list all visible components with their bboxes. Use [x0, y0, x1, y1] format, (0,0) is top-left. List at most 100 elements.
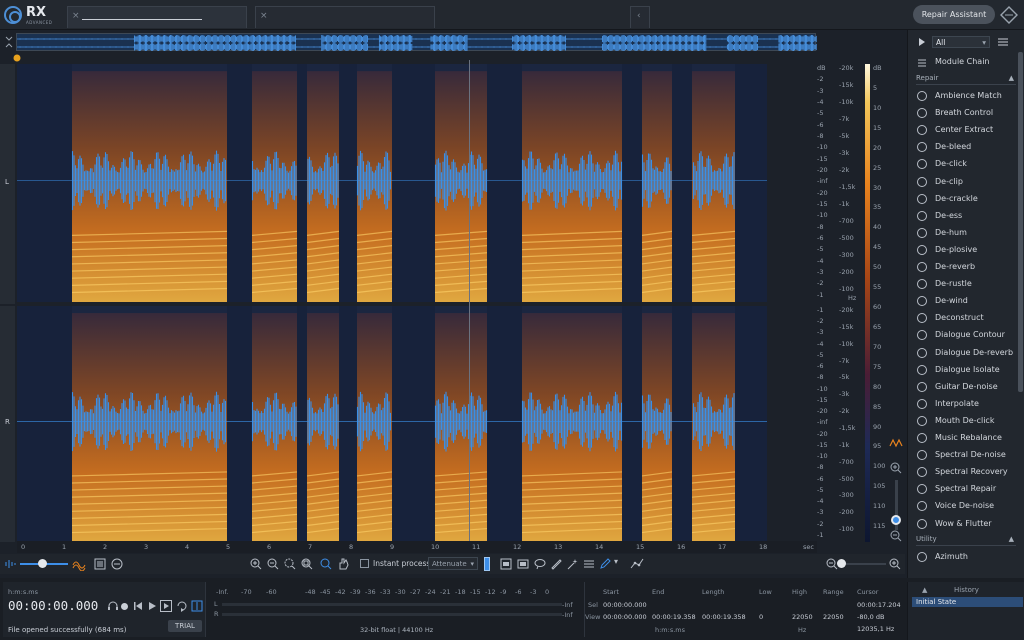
waveform-view-icon[interactable]: [4, 558, 16, 570]
module-item-guitar-de-noise[interactable]: Guitar De-noise: [908, 378, 1018, 395]
markers-icon[interactable]: [111, 558, 123, 570]
view-start-value[interactable]: 00:00:00.000: [603, 613, 647, 621]
zoom-tool-icon[interactable]: [320, 558, 332, 570]
spectrogram-left-channel[interactable]: [17, 64, 767, 302]
record-button[interactable]: [121, 603, 128, 610]
module-chain-item[interactable]: Module Chain: [908, 53, 1018, 70]
time-frequency-selection-icon[interactable]: [517, 558, 529, 570]
close-tab-icon[interactable]: ×: [260, 11, 268, 21]
module-item-ambience-match[interactable]: Ambience Match: [908, 87, 1018, 104]
play-selection-button[interactable]: [160, 600, 172, 612]
menu-icon[interactable]: [996, 36, 1010, 48]
module-item-spectral-repair[interactable]: Spectral Repair: [908, 480, 1018, 497]
module-item-de-clip[interactable]: De-clip: [908, 173, 1018, 190]
time-format-label[interactable]: h:m:s.ms: [8, 588, 38, 596]
monitor-icon[interactable]: [107, 601, 119, 611]
module-item-spectral-recovery[interactable]: Spectral Recovery: [908, 463, 1018, 480]
module-item-deconstruct[interactable]: Deconstruct: [908, 309, 1018, 326]
zoom-fit-icon[interactable]: [301, 558, 313, 570]
playhead-marker-icon[interactable]: [12, 54, 22, 64]
magic-wand-icon[interactable]: [566, 558, 578, 570]
view-end-value[interactable]: 00:00:19.358: [652, 613, 696, 621]
tool-options-chevron-icon[interactable]: ▾: [614, 557, 618, 566]
brush-tool-icon[interactable]: [550, 558, 562, 570]
module-item-de-wind[interactable]: De-wind: [908, 292, 1018, 309]
module-item-wow-flutter[interactable]: Wow & Flutter: [908, 515, 1018, 532]
module-list-scrollbar[interactable]: [1018, 52, 1023, 392]
horizontal-zoom-handle[interactable]: [837, 559, 846, 568]
zoom-out-icon[interactable]: [267, 558, 279, 570]
module-item-dialogue-de-reverb[interactable]: Dialogue De-reverb: [908, 344, 1018, 361]
module-item-de-click[interactable]: De-click: [908, 155, 1018, 172]
time-selection-tool-icon[interactable]: [484, 557, 490, 571]
spectrogram-right-channel[interactable]: [17, 306, 767, 542]
spectrogram-settings-icon[interactable]: [94, 558, 106, 570]
blend-slider-handle[interactable]: [38, 559, 47, 568]
collapse-overview-icon[interactable]: [4, 34, 14, 50]
module-item-de-hum[interactable]: De-hum: [908, 224, 1018, 241]
skip-back-button[interactable]: [133, 601, 143, 611]
pencil-tool-icon[interactable]: [599, 557, 612, 570]
spectrogram-editor[interactable]: L R dB -2 -3 -4 -5 -6 -8 -10 -15 -20 -inf -20 -15 -10…: [0, 54, 905, 544]
repair-section-header[interactable]: Repair ▲: [916, 72, 1016, 85]
play-module-icon[interactable]: [918, 38, 926, 46]
repair-assistant-button[interactable]: Repair Assistant: [913, 5, 995, 24]
channel-right-strip[interactable]: R: [0, 306, 15, 542]
frequency-selection-tool-icon[interactable]: [500, 558, 512, 570]
module-item-mouth-de-click[interactable]: Mouth De-click: [908, 412, 1018, 429]
history-item-selected[interactable]: Initial State: [912, 597, 1023, 607]
range-value[interactable]: 22050: [823, 613, 844, 621]
module-item-center-extract[interactable]: Center Extract: [908, 121, 1018, 138]
trial-badge[interactable]: TRIAL: [168, 620, 202, 632]
module-item-de-rustle[interactable]: De-rustle: [908, 275, 1018, 292]
file-tab-active[interactable]: ×: [67, 6, 247, 28]
module-item-interpolate[interactable]: Interpolate: [908, 395, 1018, 412]
module-filter-select[interactable]: All ▾: [932, 36, 990, 48]
harmonic-selection-icon[interactable]: [583, 558, 595, 570]
collapse-arrow-icon[interactable]: ▲: [1009, 72, 1014, 85]
channel-left-strip[interactable]: L: [0, 64, 15, 304]
lasso-tool-icon[interactable]: [534, 558, 546, 570]
spectrogram-view-icon[interactable]: [72, 557, 86, 572]
zoom-in-icon[interactable]: [250, 558, 262, 570]
zoom-in-vertical-icon[interactable]: [890, 462, 902, 474]
view-length-value[interactable]: 00:00:19.358: [702, 613, 746, 621]
vertical-zoom-handle[interactable]: [891, 515, 901, 525]
horizontal-zoom-slider[interactable]: [840, 563, 886, 565]
zoom-in-horizontal-icon[interactable]: [889, 558, 901, 570]
file-tab-2[interactable]: ×: [255, 6, 435, 28]
instant-process-checkbox[interactable]: [360, 559, 369, 568]
time-ruler[interactable]: 0 1 2 3 4 5 6 7 8 9 10 11 12 13 14 15 16 17 18 sec: [17, 541, 817, 553]
module-item-dialogue-isolate[interactable]: Dialogue Isolate: [908, 361, 1018, 378]
scrub-button[interactable]: [191, 600, 203, 612]
module-item-breath-control[interactable]: Breath Control: [908, 104, 1018, 121]
module-item-voice-de-noise[interactable]: Voice De-noise: [908, 497, 1018, 514]
loop-button[interactable]: [176, 600, 188, 612]
zoom-selection-icon[interactable]: [284, 558, 296, 570]
sel-start-value[interactable]: 00:00:00.000: [603, 601, 647, 609]
high-value[interactable]: 22050: [792, 613, 813, 621]
utility-section-header[interactable]: Utility ▲: [916, 533, 1016, 546]
gain-envelope-icon[interactable]: [630, 557, 644, 571]
close-tab-icon[interactable]: ×: [72, 11, 80, 21]
module-item-azimuth[interactable]: Azimuth: [908, 548, 1018, 565]
module-item-de-reverb[interactable]: De-reverb: [908, 258, 1018, 275]
module-item-de-bleed[interactable]: De-bleed: [908, 138, 1018, 155]
scroll-tab-icon[interactable]: ‹: [637, 11, 641, 21]
file-tab-3[interactable]: ‹: [630, 6, 650, 28]
module-item-de-plosive[interactable]: De-plosive: [908, 241, 1018, 258]
module-item-music-rebalance[interactable]: Music Rebalance: [908, 429, 1018, 446]
history-collapse-icon[interactable]: ▲: [922, 586, 927, 594]
low-value[interactable]: 0: [759, 613, 763, 621]
instant-process-mode-select[interactable]: Attenuate ▾: [428, 557, 478, 570]
hand-tool-icon[interactable]: [337, 557, 350, 570]
module-item-de-crackle[interactable]: De-crackle: [908, 190, 1018, 207]
collapse-arrow-icon[interactable]: ▲: [1009, 533, 1014, 546]
zoom-out-vertical-icon[interactable]: [890, 530, 902, 542]
module-item-spectral-de-noise[interactable]: Spectral De-noise: [908, 446, 1018, 463]
waveform-overview[interactable]: [16, 33, 817, 51]
waveform-zoom-icon[interactable]: [889, 436, 903, 450]
play-button[interactable]: [147, 601, 157, 611]
module-item-dialogue-contour[interactable]: Dialogue Contour: [908, 326, 1018, 343]
module-item-de-ess[interactable]: De-ess: [908, 207, 1018, 224]
